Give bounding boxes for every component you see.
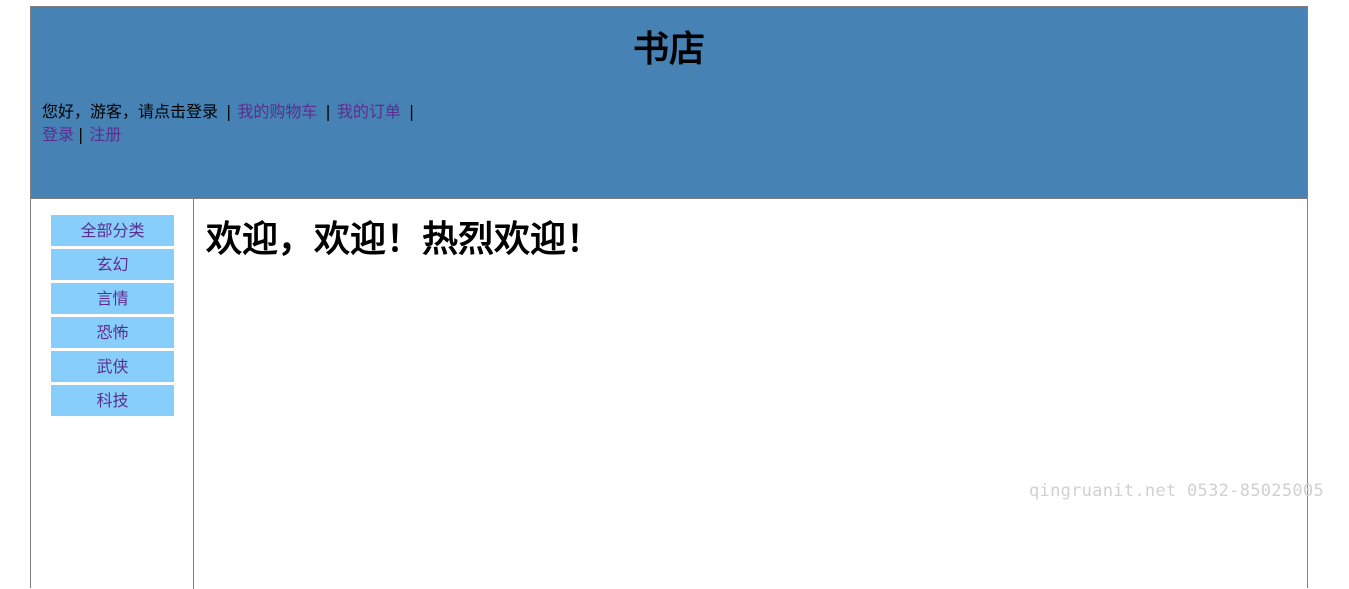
category-list: 全部分类 玄幻 言情 恐怖 武侠 科技 [51, 215, 174, 419]
nav-separator: | [408, 102, 415, 121]
greeting-text: 您好，游客，请点击登录 [42, 102, 219, 121]
category-martial-arts[interactable]: 武侠 [51, 351, 174, 382]
auth-nav: 登录 | 注册 [42, 124, 121, 146]
cart-link[interactable]: 我的购物车 [237, 102, 317, 121]
category-fantasy[interactable]: 玄幻 [51, 249, 174, 280]
main-content: 欢迎，欢迎！热烈欢迎！ [194, 199, 1307, 589]
header: 书店 您好，游客，请点击登录 | 我的购物车 | 我的订单 | 登录 | 注册 [31, 7, 1307, 199]
category-technology[interactable]: 科技 [51, 385, 174, 416]
user-nav: 您好，游客，请点击登录 | 我的购物车 | 我的订单 | [42, 101, 420, 123]
orders-link[interactable]: 我的订单 [337, 102, 401, 121]
welcome-heading: 欢迎，欢迎！热烈欢迎！ [206, 219, 603, 260]
nav-separator: | [325, 102, 331, 121]
register-link[interactable]: 注册 [89, 125, 121, 144]
site-title: 书店 [632, 29, 705, 70]
nav-separator: | [226, 102, 232, 121]
category-horror[interactable]: 恐怖 [51, 317, 174, 348]
category-romance[interactable]: 言情 [51, 283, 174, 314]
login-link[interactable]: 登录 [42, 125, 74, 144]
category-sidebar: 全部分类 玄幻 言情 恐怖 武侠 科技 [31, 199, 194, 589]
nav-separator: | [78, 125, 84, 144]
watermark-text: qingruanit.net 0532-85025005 [1029, 481, 1324, 501]
category-all[interactable]: 全部分类 [51, 215, 174, 246]
